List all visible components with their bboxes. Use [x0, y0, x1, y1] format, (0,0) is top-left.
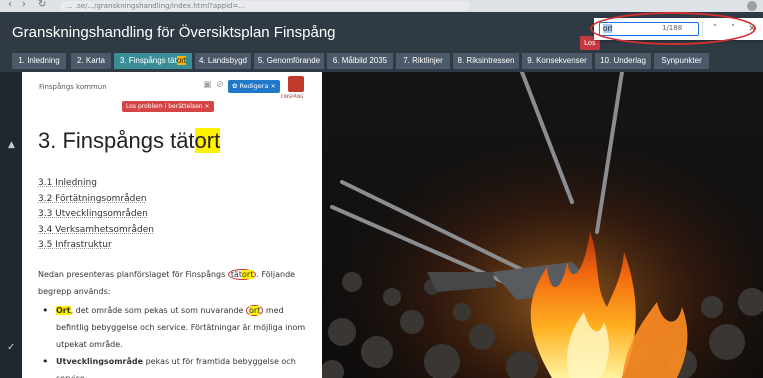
tab-label: 3. Finspångs tät	[119, 56, 177, 65]
definitions-list: Ort, det område som pekas ut som nuvaran…	[42, 302, 312, 378]
list-item: Utvecklingsområde pekas ut för framtida …	[42, 353, 312, 378]
check-icon: ✓	[7, 342, 16, 353]
forward-icon[interactable]: ›	[22, 0, 26, 11]
profile-avatar[interactable]	[747, 1, 757, 11]
municipality-name: Finspångs kommun	[39, 83, 107, 91]
annotation-circle-tatort: tätort	[227, 269, 257, 280]
toc-link-fortatningsomraden[interactable]: 3.2 Förtätningsområden	[38, 192, 154, 208]
edit-button[interactable]: ✿ Redigera ×	[228, 80, 280, 93]
app-title: Granskningshandling för Översiktsplan Fi…	[12, 24, 336, 41]
section-heading: 3. Finspångs tätort	[38, 128, 221, 154]
tab-label-highlight: ort	[176, 56, 187, 65]
left-side-strip: ▲ ✓	[0, 72, 22, 378]
tab-konsekvenser[interactable]: 9. Konsekvenser	[522, 53, 592, 69]
toc-link-utvecklingsomraden[interactable]: 3.3 Utvecklingsområden	[38, 207, 154, 223]
annotation-circle-ort: ort	[246, 305, 264, 316]
finspang-logo	[288, 76, 304, 92]
tab-synpunkter[interactable]: Synpunkter	[654, 53, 709, 69]
toc-link-inledning[interactable]: 3.1 Inledning	[38, 176, 154, 192]
back-icon[interactable]: ‹	[8, 0, 12, 11]
heading-text: 3. Finspångs tät	[38, 128, 195, 153]
intro-paragraph: Nedan presenteras planförslaget för Fins…	[38, 266, 318, 300]
tab-bar: 1. Inledning 2. Karta 3. Finspångs tätor…	[0, 50, 763, 72]
intro-text: Nedan presenteras planförslaget för Fins…	[38, 270, 228, 279]
forge-fire-photo	[322, 72, 763, 378]
tab-underlag[interactable]: 10. Underlag	[595, 53, 651, 69]
tab-genomforande[interactable]: 5. Genomförande	[254, 53, 324, 69]
forge-fire-illustration	[322, 72, 763, 378]
definition-text: , det område som pekas ut som nuvarande	[70, 306, 246, 315]
table-of-contents: 3.1 Inledning 3.2 Förtätningsområden 3.3…	[38, 176, 154, 254]
story-problem-button[interactable]: Los problem i berättelsen ×	[122, 101, 214, 112]
heading-highlight: ort	[194, 128, 221, 153]
term-utvecklingsomrade: Utvecklingsområde	[56, 357, 144, 366]
story-panel: Finspångs kommun ▣ ⊘ ✿ Redigera × FINSPÅ…	[22, 72, 322, 378]
definition-highlight: ort	[249, 306, 261, 315]
list-item: Ort, det område som pekas ut som nuvaran…	[42, 302, 312, 353]
toc-link-infrastruktur[interactable]: 3.5 Infrastruktur	[38, 238, 154, 254]
term-ort: Ort	[56, 306, 71, 315]
tab-riktlinjer[interactable]: 7. Riktlinjer	[396, 53, 450, 69]
tab-riksintressen[interactable]: 8. Riksintressen	[453, 53, 519, 69]
tab-karta[interactable]: 2. Karta	[71, 53, 111, 69]
tab-inledning[interactable]: 1. Inledning	[12, 53, 66, 69]
annotation-circle-findbar	[590, 12, 756, 45]
address-bar[interactable]: ... .se/.../granskningshandling/index.ht…	[60, 1, 470, 11]
tab-malbild-2035[interactable]: 6. Målbild 2035	[327, 53, 393, 69]
browser-toolbar: ‹ › ↻ ... .se/.../granskningshandling/in…	[0, 0, 763, 12]
reload-icon[interactable]: ↻	[38, 0, 46, 11]
logo-text: FINSPÅNG	[281, 94, 304, 99]
toc-link-verksamhetsomraden[interactable]: 3.4 Verksamhetsområden	[38, 223, 154, 239]
intro-word: tät	[230, 270, 243, 279]
collapse-arrow-icon[interactable]: ▲	[8, 140, 15, 150]
intro-highlight: ort	[242, 270, 254, 279]
tab-landsbygd[interactable]: 4. Landsbygd	[195, 53, 251, 69]
link-icon[interactable]: ⊘	[216, 80, 224, 90]
share-icon[interactable]: ▣	[203, 80, 212, 90]
tab-finspangs-tatort[interactable]: 3. Finspångs tätort	[114, 53, 192, 69]
